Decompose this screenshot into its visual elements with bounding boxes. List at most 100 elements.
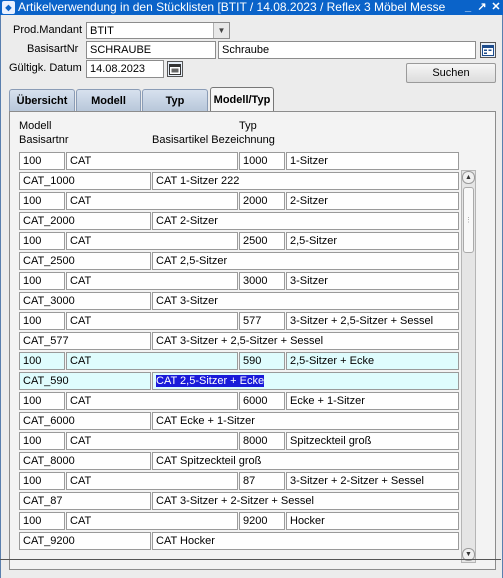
bezeichnung-cell[interactable]: CAT 3-Sitzer + 2,5-Sitzer + Sessel — [152, 332, 459, 350]
typ-nr-cell[interactable]: 2500 — [239, 232, 285, 250]
typ-name-cell[interactable]: 2,5-Sitzer + Ecke — [286, 352, 459, 370]
typ-name-cell[interactable]: Spitzeckteil groß — [286, 432, 459, 450]
datum-input[interactable]: 14.08.2023 — [86, 60, 164, 78]
typ-nr-cell[interactable]: 8000 — [239, 432, 285, 450]
modell-nr-cell[interactable]: 100 — [19, 152, 65, 170]
artnr-cell[interactable]: CAT_3000 — [19, 292, 151, 310]
artnr-cell[interactable]: CAT_2000 — [19, 212, 151, 230]
modell-nr-cell[interactable]: 100 — [19, 272, 65, 290]
column-header-modell: Modell — [19, 120, 52, 132]
basisartnr-description: Schraube — [218, 41, 476, 59]
table-row[interactable]: 100 CAT 2500 2,5-Sitzer CAT_2500 CAT 2,5-Sitz… — [19, 232, 460, 270]
app-icon[interactable]: ◆ — [2, 1, 15, 14]
table-row[interactable]: 100 CAT 590 2,5-Sitzer + Ecke CAT_590 CAT 2,5… — [19, 352, 460, 390]
modell-nr-cell[interactable]: 100 — [19, 512, 65, 530]
restore-icon[interactable]: ↗ — [475, 0, 489, 15]
results-panel: Modell Typ Basisartnr Basisartikel Bezei… — [9, 111, 496, 570]
typ-name-cell[interactable]: 2,5-Sitzer — [286, 232, 459, 250]
table-row[interactable]: 100 CAT 9200 Hocker CAT_9200 CAT Hocker — [19, 512, 460, 550]
table-row[interactable]: 100 CAT 1000 1-Sitzer CAT_1000 CAT 1-Sitzer 2… — [19, 152, 460, 190]
typ-nr-cell[interactable]: 590 — [239, 352, 285, 370]
tab-uebersicht[interactable]: Übersicht — [9, 89, 75, 111]
typ-name-cell[interactable]: 2-Sitzer — [286, 192, 459, 210]
table-row[interactable]: 100 CAT 6000 Ecke + 1-Sitzer CAT_6000 CAT Eck… — [19, 392, 460, 430]
artnr-cell[interactable]: CAT_1000 — [19, 172, 151, 190]
typ-nr-cell[interactable]: 3000 — [239, 272, 285, 290]
typ-nr-cell[interactable]: 2000 — [239, 192, 285, 210]
modell-name-cell[interactable]: CAT — [66, 512, 238, 530]
modell-name-cell[interactable]: CAT — [66, 192, 238, 210]
artnr-cell[interactable]: CAT_6000 — [19, 412, 151, 430]
lookup-button[interactable] — [480, 42, 496, 58]
scroll-up-icon[interactable]: ▲ — [462, 171, 475, 184]
table-row[interactable]: 100 CAT 8000 Spitzeckteil groß CAT_8000 CAT S… — [19, 432, 460, 470]
selected-text: CAT 2,5-Sitzer + Ecke — [156, 375, 265, 387]
modell-nr-cell[interactable]: 100 — [19, 472, 65, 490]
table-row[interactable]: 100 CAT 87 3-Sitzer + 2-Sitzer + Sessel CAT_… — [19, 472, 460, 510]
bezeichnung-cell[interactable]: CAT 3-Sitzer — [152, 292, 459, 310]
modell-nr-cell[interactable]: 100 — [19, 352, 65, 370]
close-icon[interactable]: ✕ — [489, 0, 503, 15]
tab-modell[interactable]: Modell — [76, 89, 141, 111]
bezeichnung-cell[interactable]: CAT Ecke + 1-Sitzer — [152, 412, 459, 430]
modell-name-cell[interactable]: CAT — [66, 472, 238, 490]
typ-nr-cell[interactable]: 577 — [239, 312, 285, 330]
artnr-cell[interactable]: CAT_2500 — [19, 252, 151, 270]
calendar-icon — [169, 63, 181, 75]
chevron-down-icon[interactable]: ▼ — [213, 23, 229, 38]
table-row[interactable]: 100 CAT 2000 2-Sitzer CAT_2000 CAT 2-Sitzer — [19, 192, 460, 230]
bezeichnung-cell[interactable]: CAT 2,5-Sitzer — [152, 252, 459, 270]
artnr-cell[interactable]: CAT_590 — [19, 372, 151, 390]
typ-name-cell[interactable]: 3-Sitzer + 2,5-Sitzer + Sessel — [286, 312, 459, 330]
artnr-cell[interactable]: CAT_577 — [19, 332, 151, 350]
typ-nr-cell[interactable]: 1000 — [239, 152, 285, 170]
calendar-button[interactable] — [167, 61, 183, 77]
artnr-cell[interactable]: CAT_8000 — [19, 452, 151, 470]
basisartnr-label: BasisartNr — [27, 43, 79, 55]
typ-name-cell[interactable]: 1-Sitzer — [286, 152, 459, 170]
search-button[interactable]: Suchen — [406, 63, 496, 83]
modell-name-cell[interactable]: CAT — [66, 232, 238, 250]
bezeichnung-cell[interactable]: CAT 3-Sitzer + 2-Sitzer + Sessel — [152, 492, 459, 510]
window-body: Prod.Mandant BTIT ▼ BasisartNr SCHRAUBE … — [0, 15, 503, 578]
modell-nr-cell[interactable]: 100 — [19, 392, 65, 410]
tab-typ[interactable]: Typ — [142, 89, 208, 111]
modell-name-cell[interactable]: CAT — [66, 152, 238, 170]
bezeichnung-cell[interactable]: CAT Spitzeckteil groß — [152, 452, 459, 470]
typ-nr-cell[interactable]: 9200 — [239, 512, 285, 530]
column-header-basisartnr: Basisartnr — [19, 134, 69, 146]
modell-name-cell[interactable]: CAT — [66, 392, 238, 410]
typ-nr-cell[interactable]: 6000 — [239, 392, 285, 410]
modell-name-cell[interactable]: CAT — [66, 272, 238, 290]
tab-modell-typ[interactable]: Modell/Typ — [210, 87, 274, 111]
artnr-cell[interactable]: CAT_87 — [19, 492, 151, 510]
modell-name-cell[interactable]: CAT — [66, 352, 238, 370]
table-row[interactable]: 100 CAT 3000 3-Sitzer CAT_3000 CAT 3-Sitzer — [19, 272, 460, 310]
typ-nr-cell[interactable]: 87 — [239, 472, 285, 490]
vertical-scrollbar[interactable]: ▲ ⋮ ▼ — [461, 170, 476, 563]
mandant-select[interactable]: BTIT ▼ — [86, 22, 230, 39]
results-list: 100 CAT 1000 1-Sitzer CAT_1000 CAT 1-Sitzer 2… — [19, 152, 460, 565]
bezeichnung-cell[interactable]: CAT 2-Sitzer — [152, 212, 459, 230]
modell-name-cell[interactable]: CAT — [66, 432, 238, 450]
artnr-cell[interactable]: CAT_9200 — [19, 532, 151, 550]
minimize-icon[interactable]: _ — [461, 0, 475, 15]
typ-name-cell[interactable]: 3-Sitzer — [286, 272, 459, 290]
basisartnr-input[interactable]: SCHRAUBE — [86, 41, 216, 59]
modell-nr-cell[interactable]: 100 — [19, 312, 65, 330]
bezeichnung-cell[interactable]: CAT Hocker — [152, 532, 459, 550]
scroll-thumb[interactable]: ⋮ — [463, 187, 474, 253]
bezeichnung-cell[interactable]: CAT 2,5-Sitzer + Ecke — [152, 372, 459, 390]
modell-nr-cell[interactable]: 100 — [19, 192, 65, 210]
typ-name-cell[interactable]: 3-Sitzer + 2-Sitzer + Sessel — [286, 472, 459, 490]
mandant-label: Prod.Mandant — [13, 24, 83, 36]
modell-nr-cell[interactable]: 100 — [19, 432, 65, 450]
window-title: Artikelverwendung in den Stücklisten [BT… — [18, 0, 446, 14]
bezeichnung-cell[interactable]: CAT 1-Sitzer 222 — [152, 172, 459, 190]
typ-name-cell[interactable]: Ecke + 1-Sitzer — [286, 392, 459, 410]
modell-name-cell[interactable]: CAT — [66, 312, 238, 330]
modell-nr-cell[interactable]: 100 — [19, 232, 65, 250]
table-row[interactable]: 100 CAT 577 3-Sitzer + 2,5-Sitzer + Sessel C… — [19, 312, 460, 350]
status-divider — [0, 559, 501, 560]
typ-name-cell[interactable]: Hocker — [286, 512, 459, 530]
